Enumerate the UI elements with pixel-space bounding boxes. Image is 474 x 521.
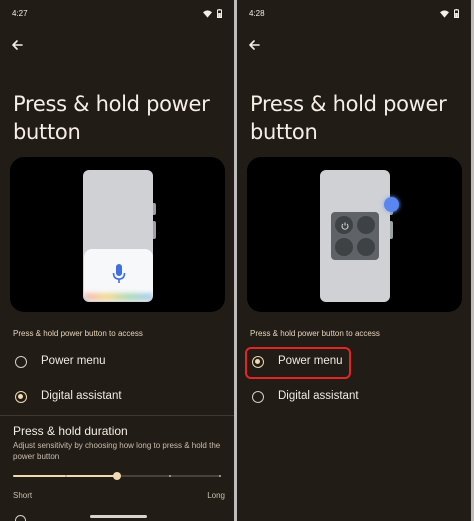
right-screen: 4:28 Press & hold power button Press & h… <box>237 0 471 521</box>
radio-partial[interactable] <box>15 515 26 521</box>
slider-tick <box>218 475 221 477</box>
status-time: 4:27 <box>12 9 28 18</box>
left-screen: 4:27 Press & hold power button Press & h… <box>0 0 234 521</box>
power-menu-button <box>357 238 375 256</box>
page-title: Press & hold power button <box>250 92 447 144</box>
status-time: 4:28 <box>249 9 265 18</box>
assistant-card <box>84 249 153 301</box>
option-digital-assistant[interactable]: Digital assistant <box>0 382 234 412</box>
option-power-menu[interactable]: Power menu <box>0 347 234 377</box>
battery-icon <box>217 9 222 18</box>
duration-description: Adjust sensitivity by choosing how long … <box>13 441 221 461</box>
option-power-menu[interactable]: Power menu <box>237 347 471 377</box>
power-menu-button <box>335 216 353 234</box>
section-label: Press & hold power button to access <box>250 329 380 338</box>
option-digital-assistant[interactable]: Digital assistant <box>237 382 471 412</box>
back-arrow-icon[interactable] <box>247 38 261 52</box>
battery-icon <box>454 9 459 18</box>
radio-digital-assistant[interactable] <box>15 391 27 403</box>
radio-power-menu[interactable] <box>252 356 264 368</box>
slider-tick <box>65 475 67 477</box>
status-bar: 4:27 <box>12 9 222 21</box>
duration-slider[interactable] <box>13 471 221 481</box>
radio-power-menu[interactable] <box>15 356 27 368</box>
radio-digital-assistant[interactable] <box>252 391 264 403</box>
gesture-handle[interactable] <box>90 515 147 518</box>
option-label: Digital assistant <box>41 390 122 402</box>
power-menu-preview-illustration <box>247 157 462 312</box>
slider-min-label: Short <box>13 491 33 500</box>
power-menu-button <box>357 216 375 234</box>
option-label: Power menu <box>278 355 343 367</box>
section-label: Press & hold power button to access <box>13 329 143 338</box>
power-menu-button <box>335 238 353 256</box>
wifi-icon <box>203 9 212 18</box>
duration-title: Press & hold duration <box>13 424 128 438</box>
status-bar: 4:28 <box>249 9 459 21</box>
option-label: Digital assistant <box>278 390 359 402</box>
microphone-icon <box>112 264 126 283</box>
wifi-icon <box>440 9 449 18</box>
page-title: Press & hold power button <box>13 92 210 144</box>
power-menu-grid <box>331 212 379 260</box>
slider-thumb[interactable] <box>113 472 121 480</box>
slider-tick <box>169 475 171 477</box>
assistant-preview-illustration <box>10 157 225 312</box>
slider-max-label: Long <box>207 491 225 500</box>
divider <box>0 415 234 416</box>
option-label: Power menu <box>41 355 106 367</box>
back-arrow-icon[interactable] <box>10 38 24 52</box>
power-icon <box>341 222 349 230</box>
power-button-indicator <box>384 197 399 212</box>
